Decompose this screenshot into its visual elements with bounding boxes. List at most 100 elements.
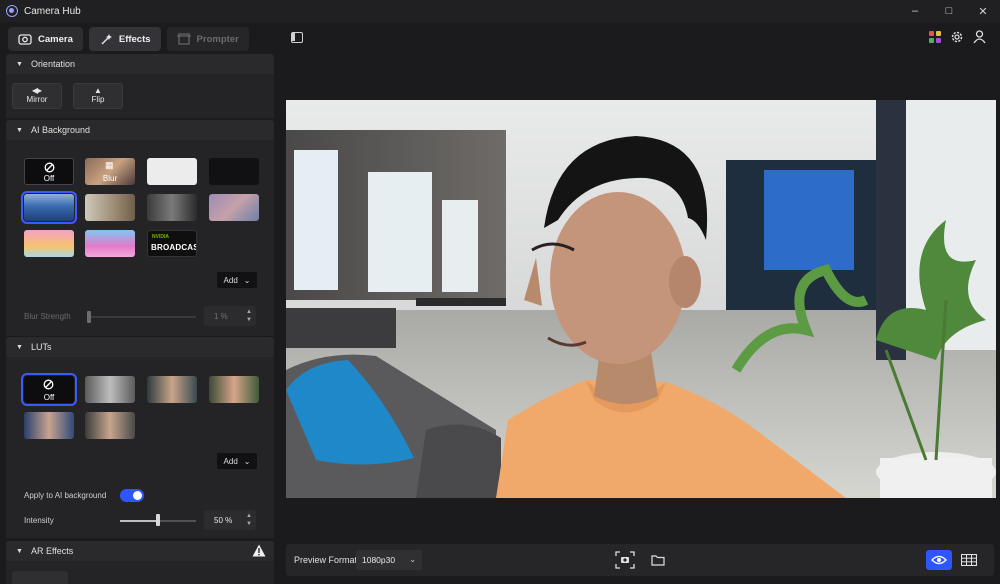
blur-icon: ▦ (105, 160, 114, 170)
luts-body: Off Add ⌄ Apply to AI background Intensi… (6, 357, 274, 538)
intensity-slider-fill (120, 520, 158, 522)
spinner-icon[interactable]: ▲ ▼ (244, 512, 254, 528)
window-title: Camera Hub (24, 5, 81, 17)
grid-view-button[interactable] (956, 550, 982, 570)
background-off-tile[interactable]: Off (24, 158, 74, 185)
preview-format-value: 1080p30 (362, 555, 396, 565)
preview-format-label: Preview Format (294, 555, 358, 565)
magic-wand-icon (99, 33, 113, 45)
tab-effects-label: Effects (118, 33, 151, 45)
spinner-icon[interactable]: ▲ ▼ (244, 308, 254, 324)
chevron-down-icon: ⌄ (243, 456, 251, 466)
apps-icon[interactable] (928, 30, 942, 44)
snapshot-icon[interactable] (614, 550, 636, 570)
lut-warm-tile[interactable] (147, 376, 197, 403)
background-room-tile[interactable] (85, 194, 135, 221)
ai-background-header[interactable]: ▼ AI Background (6, 120, 274, 140)
preview-area (282, 54, 1000, 542)
background-lounge-tile[interactable] (209, 194, 259, 221)
chevron-down-icon: ⌄ (409, 555, 416, 564)
bottom-toolbar: Preview Format 1080p30 ⌄ (286, 544, 994, 576)
background-pink-tile[interactable] (85, 230, 135, 257)
lut-blue-tile[interactable] (24, 412, 74, 439)
lut-green-tile[interactable] (209, 376, 259, 403)
intensity-value: 50 % (214, 515, 233, 525)
mirror-button[interactable]: ◀▸ Mirror (12, 83, 62, 109)
grid-icon (961, 554, 977, 566)
preview-view-button[interactable] (926, 550, 952, 570)
ar-effects-body (6, 561, 274, 584)
tab-camera[interactable]: Camera (8, 27, 83, 51)
background-cartoon-tile[interactable] (24, 230, 74, 257)
off-icon (44, 162, 55, 173)
intensity-label: Intensity (24, 516, 54, 525)
nvidia-label: NVIDIA (152, 234, 169, 240)
eye-icon (931, 555, 947, 565)
luts-add-label: Add (223, 456, 238, 466)
mirror-label: Mirror (26, 95, 48, 104)
background-white-tile[interactable] (147, 158, 197, 185)
blur-strength-slider[interactable] (88, 316, 196, 318)
preview-format-select[interactable]: 1080p30 ⌄ (356, 550, 422, 570)
camera-icon (18, 33, 32, 45)
maximize-icon[interactable]: □ (932, 0, 966, 22)
title-bar: Camera Hub – □ ✕ (0, 0, 1000, 22)
app-logo-icon (6, 5, 18, 17)
window-controls: – □ ✕ (898, 0, 1000, 22)
ai-background-title: AI Background (30, 125, 90, 135)
tab-camera-label: Camera (38, 33, 73, 45)
settings-gear-icon[interactable] (950, 30, 964, 44)
apply-to-ai-background-toggle[interactable] (120, 489, 144, 502)
lut-off-label: Off (43, 393, 55, 402)
prompter-icon (176, 33, 191, 45)
lut-mono-tile[interactable] (85, 376, 135, 403)
orientation-title: Orientation (30, 59, 75, 69)
minimize-icon[interactable]: – (898, 0, 932, 22)
background-office-tile[interactable] (21, 191, 77, 224)
ai-background-add-button[interactable]: Add ⌄ (217, 272, 257, 288)
lut-off-tile[interactable]: Off (21, 373, 77, 406)
ar-effects-header[interactable]: ▼ AR Effects (6, 541, 274, 561)
intensity-thumb[interactable] (156, 514, 160, 526)
luts-add-button[interactable]: Add ⌄ (217, 453, 257, 469)
sidebar-toggle-icon[interactable] (291, 32, 303, 43)
collapse-triangle-icon: ▼ (16, 343, 23, 351)
collapse-triangle-icon: ▼ (16, 126, 23, 134)
warning-icon[interactable] (252, 544, 266, 557)
blur-strength-input[interactable]: 1 % ▲ ▼ (204, 306, 256, 326)
blur-strength-value: 1 % (214, 311, 228, 321)
lut-neutral-tile[interactable] (85, 412, 135, 439)
broadcast-label: BROADCAST (151, 243, 196, 252)
luts-title: LUTs (30, 342, 52, 352)
tab-prompter[interactable]: Prompter (166, 27, 249, 51)
flip-button[interactable]: ▲ Flip (73, 83, 123, 109)
main-tabs: Camera Effects Prompter (0, 24, 282, 54)
chevron-down-icon: ⌄ (243, 275, 251, 285)
tab-effects[interactable]: Effects (88, 27, 161, 51)
close-icon[interactable]: ✕ (966, 0, 1000, 22)
background-studio-tile[interactable] (147, 194, 197, 221)
collapse-triangle-icon: ▼ (16, 60, 23, 68)
ar-effects-title: AR Effects (30, 546, 74, 556)
background-black-tile[interactable] (209, 158, 259, 185)
ai-background-body: Off ▦ Blur NVIDIA BROADCAST Add ⌄ Blur S… (6, 140, 274, 336)
blur-strength-thumb[interactable] (87, 311, 91, 323)
effects-panel: ▼ Orientation ◀▸ Mirror ▲ Flip ▼ AI Back… (6, 54, 276, 584)
blur-strength-label: Blur Strength (24, 312, 71, 321)
camera-preview[interactable] (286, 100, 996, 498)
background-off-label: Off (43, 174, 55, 183)
background-broadcast-tile[interactable]: NVIDIA BROADCAST (147, 230, 197, 257)
orientation-body: ◀▸ Mirror ▲ Flip (6, 74, 274, 118)
ar-effect-button[interactable] (12, 571, 68, 584)
tab-prompter-label: Prompter (196, 33, 239, 45)
folder-icon[interactable] (647, 550, 669, 570)
flip-label: Flip (91, 95, 105, 104)
collapse-triangle-icon: ▼ (16, 547, 23, 555)
background-blur-label: Blur (102, 174, 118, 183)
intensity-input[interactable]: 50 % ▲ ▼ (204, 510, 256, 530)
account-icon[interactable] (972, 30, 986, 44)
background-blur-tile[interactable]: ▦ Blur (85, 158, 135, 185)
orientation-header[interactable]: ▼ Orientation (6, 54, 274, 74)
off-icon (43, 379, 54, 390)
luts-header[interactable]: ▼ LUTs (6, 337, 274, 357)
